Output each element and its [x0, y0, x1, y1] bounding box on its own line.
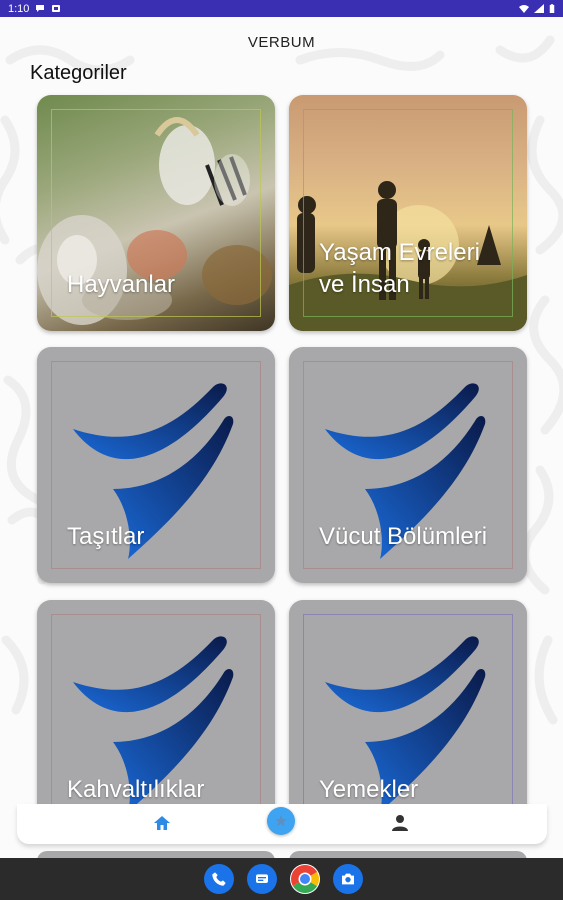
system-navigation-bar — [0, 858, 563, 900]
app-dock — [204, 864, 363, 894]
category-label: Yaşam Evreleri ve İnsan — [319, 239, 480, 298]
app-screen: 1:10 VERBUM Kategoriler Hayvanlar Yaşam … — [0, 0, 563, 900]
category-label: Kahvaltılıklar — [67, 776, 205, 803]
app-title: VERBUM — [247, 34, 316, 51]
home-icon — [154, 816, 170, 830]
status-bar: 1:10 — [0, 0, 563, 17]
battery-icon — [549, 4, 555, 13]
nav-profile-button[interactable] — [383, 808, 417, 838]
section-title: Kategoriler — [30, 62, 127, 84]
notification-icon — [52, 5, 61, 12]
category-card-meals[interactable]: Yemekler — [289, 600, 527, 836]
category-label: Taşıtlar — [67, 523, 145, 550]
category-label: Yemekler — [319, 776, 419, 803]
messages-icon[interactable] — [247, 864, 277, 894]
star-icon — [275, 815, 287, 827]
category-card-life-stages[interactable]: Yaşam Evreleri ve İnsan — [289, 95, 527, 331]
category-label: Vücut Bölümleri — [319, 523, 488, 550]
chrome-icon[interactable] — [290, 864, 320, 894]
category-label: Hayvanlar — [67, 271, 176, 298]
phone-icon[interactable] — [204, 864, 234, 894]
message-icon — [36, 5, 45, 12]
status-time: 1:10 — [8, 2, 30, 15]
category-card-vehicles[interactable]: Taşıtlar — [37, 347, 275, 583]
wifi-icon — [519, 5, 529, 13]
camera-icon[interactable] — [333, 864, 363, 894]
bottom-navigation — [17, 804, 547, 844]
nav-home-button[interactable] — [145, 808, 179, 838]
category-card-body-parts[interactable]: Vücut Bölümleri — [289, 347, 527, 583]
category-card-breakfast[interactable]: Kahvaltılıklar — [37, 600, 275, 836]
person-icon — [392, 815, 408, 831]
signal-icon — [534, 4, 544, 13]
favorites-button[interactable] — [267, 807, 295, 835]
category-card-animals[interactable]: Hayvanlar — [37, 95, 275, 331]
